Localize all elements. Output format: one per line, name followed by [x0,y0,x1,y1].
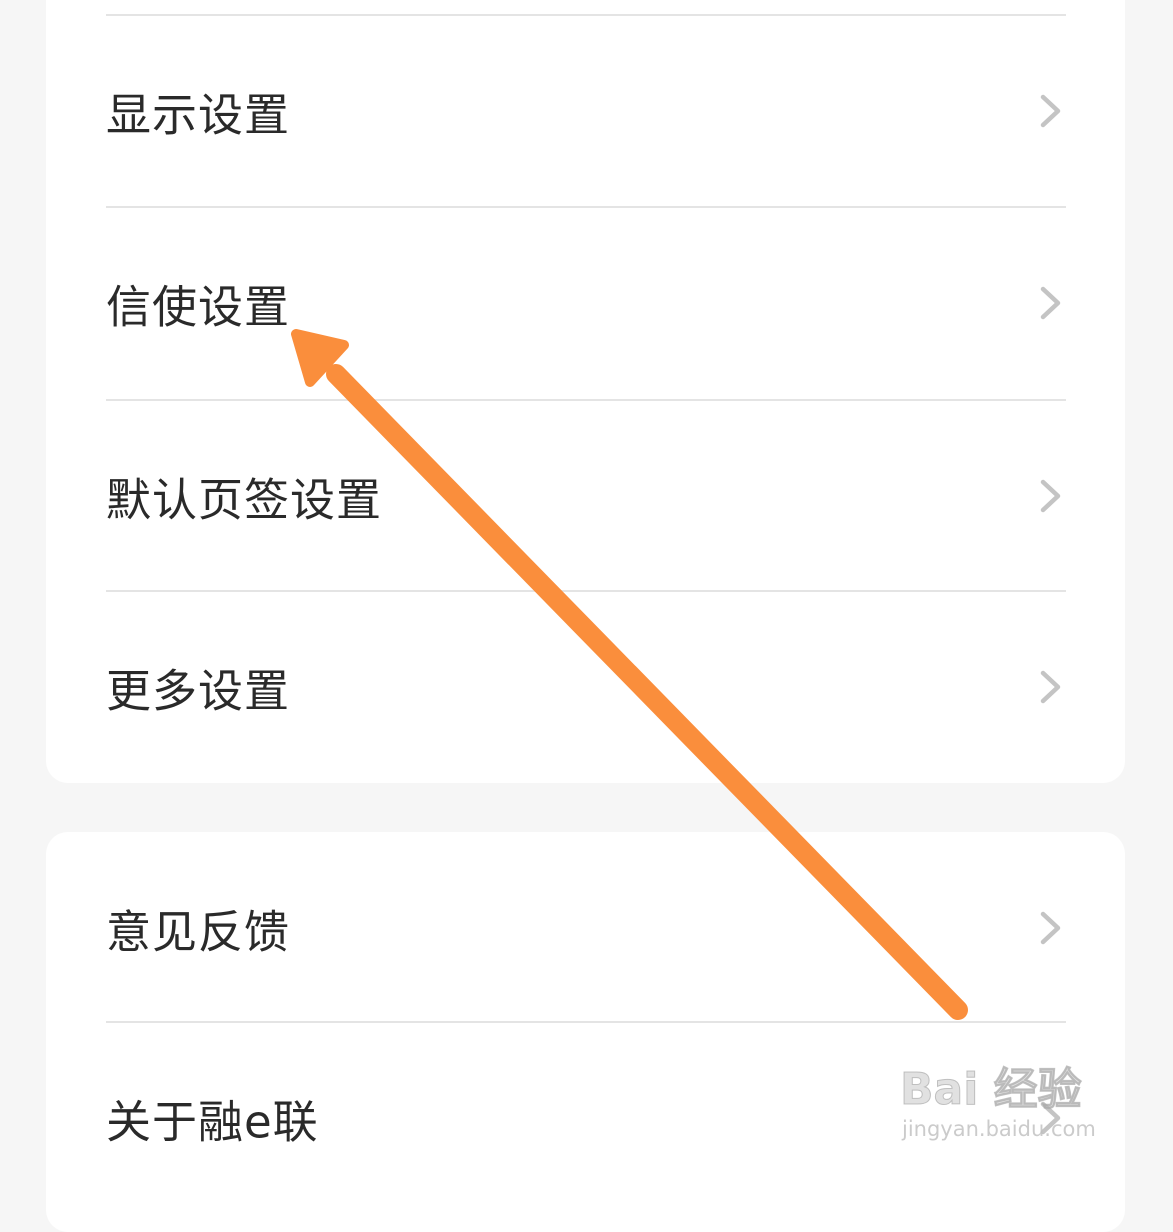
chevron-right-icon [1040,670,1061,703]
settings-item-label: 意见反馈 [106,905,291,958]
settings-item-display[interactable]: 显示设置 [106,15,1066,206]
settings-item-about[interactable]: 关于融e联 [106,1022,1066,1213]
chevron-right-icon [1040,94,1061,127]
settings-item-label: 关于融e联 [106,1095,319,1148]
settings-item-default-tab[interactable]: 默认页签设置 [106,400,1066,591]
chevron-right-icon [1040,911,1061,944]
settings-item-label: 信使设置 [106,280,291,333]
settings-item-more[interactable]: 更多设置 [106,591,1066,782]
chevron-right-icon [1040,479,1061,512]
settings-item-label: 默认页签设置 [106,473,383,526]
settings-item-label: 显示设置 [106,88,291,141]
settings-item-feedback[interactable]: 意见反馈 [106,832,1066,1023]
chevron-right-icon [1040,286,1061,319]
settings-item-messenger[interactable]: 信使设置 [106,207,1066,398]
settings-card-display: 显示设置 信使设置 默认页签设置 更多设置 [46,0,1125,783]
settings-card-about: 意见反馈 关于融e联 [46,832,1125,1232]
settings-item-label: 更多设置 [106,664,291,717]
chevron-right-icon [1040,1101,1061,1134]
